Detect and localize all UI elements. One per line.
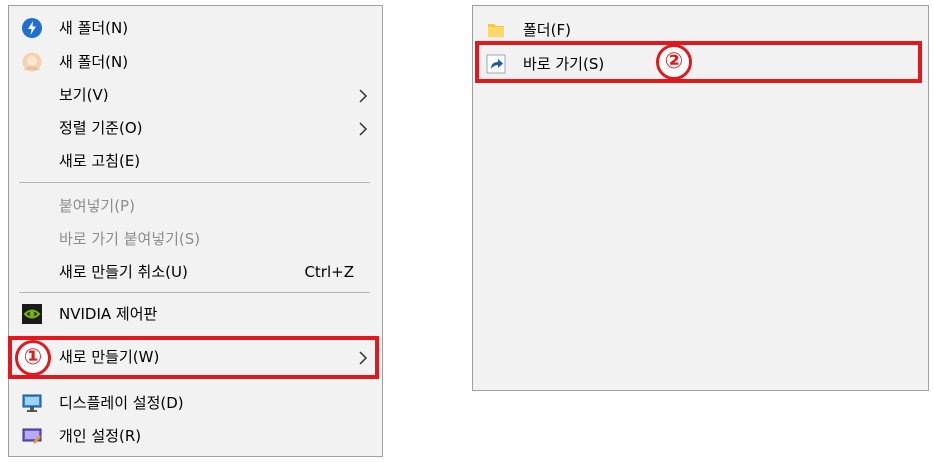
shortcut-text: Ctrl+Z xyxy=(304,263,354,281)
menu-item-label: 붙여넣기(P) xyxy=(59,197,135,215)
folder-icon xyxy=(486,20,506,40)
blue-lightning-icon xyxy=(22,18,42,38)
desktop-context-menu: 새 폴더(N) 새 폴더(N) 보기(V) 정렬 기준(O) 새로 고침(E) … xyxy=(8,5,383,457)
step1-highlight-box xyxy=(8,336,379,379)
menu-item-label: 디스플레이 설정(D) xyxy=(59,394,184,412)
menu-item-label: 새 폴더(N) xyxy=(59,19,129,37)
menu-separator xyxy=(19,182,370,183)
menu-item-label: 보기(V) xyxy=(59,86,109,104)
menu-item-sort-by[interactable]: 정렬 기준(O) xyxy=(9,112,382,144)
menu-item-label: 폴더(F) xyxy=(523,21,571,39)
avatar-icon xyxy=(22,52,42,72)
menu-item-label: 개인 설정(R) xyxy=(59,427,142,445)
menu-item-label: 바로 가기 붙여넣기(S) xyxy=(59,230,201,248)
menu-separator xyxy=(19,292,370,293)
menu-item-paste: 붙여넣기(P) xyxy=(9,190,382,222)
menu-item-paste-shortcut: 바로 가기 붙여넣기(S) xyxy=(9,223,382,255)
chevron-right-icon xyxy=(356,88,370,104)
chevron-right-icon xyxy=(356,121,370,137)
step2-highlight-box xyxy=(475,41,922,83)
display-icon xyxy=(22,393,42,413)
menu-item-undo-new[interactable]: 새로 만들기 취소(U) Ctrl+Z xyxy=(9,256,382,288)
menu-item-display-settings[interactable]: 디스플레이 설정(D) xyxy=(9,387,382,419)
menu-item-new-folder-2[interactable]: 새 폴더(N) xyxy=(9,46,382,78)
step2-badge: ② xyxy=(656,44,692,80)
menu-item-label: NVIDIA 제어판 xyxy=(59,305,158,323)
step1-badge: ① xyxy=(15,340,51,376)
menu-item-label: 새로 고침(E) xyxy=(59,152,141,170)
menu-item-refresh[interactable]: 새로 고침(E) xyxy=(9,145,382,177)
menu-item-view[interactable]: 보기(V) xyxy=(9,79,382,111)
personalize-icon xyxy=(22,426,42,446)
menu-item-label: 새 폴더(N) xyxy=(59,53,129,71)
menu-item-personalize[interactable]: 개인 설정(R) xyxy=(9,420,382,452)
menu-item-nvidia-control-panel[interactable]: NVIDIA 제어판 xyxy=(9,298,382,330)
nvidia-icon xyxy=(22,304,42,324)
menu-item-new-folder-1[interactable]: 새 폴더(N) xyxy=(9,12,382,44)
menu-item-label: 새로 만들기 취소(U) xyxy=(59,263,188,281)
menu-item-label: 정렬 기준(O) xyxy=(59,119,143,137)
